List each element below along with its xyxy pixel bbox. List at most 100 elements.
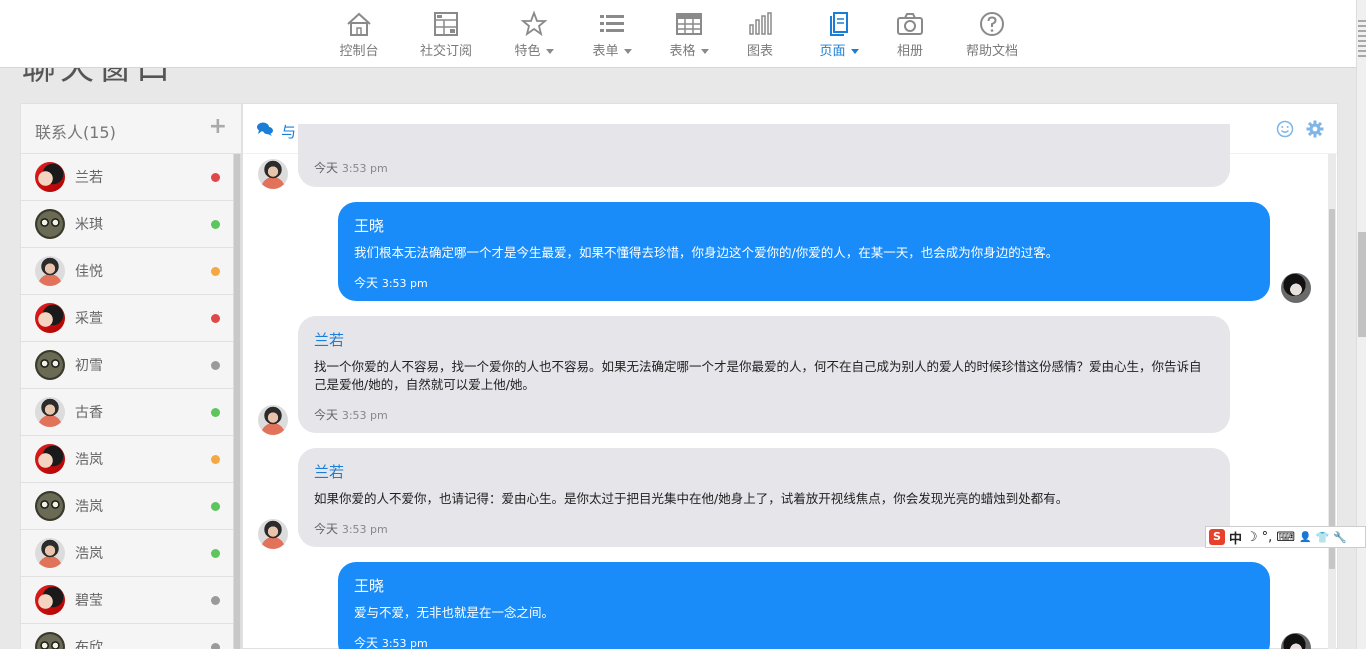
chevron-down-icon — [545, 49, 554, 54]
chevron-down-icon — [623, 49, 632, 54]
avatar — [1281, 273, 1311, 303]
tools-icon[interactable]: 🔧 — [1333, 531, 1347, 544]
list-icon — [600, 15, 624, 32]
user-icon[interactable]: 👤 — [1299, 532, 1311, 543]
table-icon — [676, 13, 702, 35]
message-time: 今天 3:53 pm — [354, 636, 428, 649]
nav-item-dashboard[interactable]: 控制台 — [338, 10, 380, 62]
avatar — [35, 444, 65, 474]
moon-icon[interactable]: ☽ — [1246, 530, 1258, 545]
contact-item[interactable]: 兰若 — [21, 154, 233, 201]
contacts-scrollbar[interactable] — [233, 154, 241, 649]
ime-toolbar[interactable]: S 中 ☽ °, ⌨ 👤 👕 🔧 — [1205, 526, 1366, 548]
nav-item-help[interactable]: 帮助文档 — [966, 10, 1018, 62]
scrollbar-thumb[interactable] — [234, 154, 240, 649]
contact-name: 浩岚 — [75, 452, 103, 468]
avatar — [35, 162, 65, 192]
contact-name: 初雪 — [75, 358, 103, 374]
chat-scrollbar[interactable] — [1328, 154, 1336, 649]
add-contact-button[interactable]: + — [209, 114, 227, 139]
chat-panel: 与 兰若 的聊天 今天 3:53 pm 王晓 我们根本无法确定哪一个才是今生最爱… — [242, 103, 1338, 649]
message-text: 如果你爱的人不爱你，也请记得：爱由心生。是你太过于把目光集中在他/她身上了，试着… — [314, 491, 1069, 506]
avatar — [35, 303, 65, 333]
avatar — [35, 632, 65, 649]
avatar — [258, 159, 288, 189]
message-sender: 王晓 — [354, 577, 385, 595]
contact-item[interactable]: 初雪 — [21, 342, 233, 389]
nav-item-forms[interactable]: 表单 — [590, 10, 634, 62]
nav-label: 表单 — [592, 44, 619, 59]
nav-label: 表格 — [669, 44, 696, 59]
message-bubble: 王晓 我们根本无法确定哪一个才是今生最爱，如果不懂得去珍惜，你身边这个爱你的/你… — [338, 202, 1270, 301]
avatar — [35, 256, 65, 286]
avatar — [35, 491, 65, 521]
smile-icon[interactable] — [1276, 120, 1294, 138]
contact-item[interactable]: 采萱 — [21, 295, 233, 342]
gear-icon[interactable] — [1306, 120, 1324, 138]
status-dot — [211, 267, 220, 276]
contact-name: 佳悦 — [75, 264, 103, 280]
help-icon — [980, 12, 1004, 36]
nav-label: 相册 — [896, 44, 923, 59]
nav-item-tables[interactable]: 表格 — [667, 10, 711, 62]
avatar — [35, 397, 65, 427]
keyboard-icon[interactable]: ⌨ — [1276, 530, 1295, 545]
contacts-panel: 联系人(15) + 兰若 米琪 佳悦 采萱 初雪 古香 浩岚 浩岚 浩岚 碧莹 … — [20, 103, 242, 649]
message-sender: 兰若 — [314, 331, 345, 349]
skin-icon[interactable]: 👕 — [1316, 531, 1330, 544]
status-dot — [211, 502, 220, 511]
bar-chart-icon — [749, 12, 772, 35]
scrollbar-thumb[interactable] — [1358, 232, 1366, 337]
scrollbar-thumb[interactable] — [1329, 209, 1335, 569]
contact-item[interactable]: 古香 — [21, 389, 233, 436]
chevron-down-icon — [700, 49, 709, 54]
status-dot — [211, 314, 220, 323]
message-bubble: 兰若 如果你爱的人不爱你，也请记得：爱由心生。是你太过于把目光集中在他/她身上了… — [298, 448, 1230, 547]
message-sender: 王晓 — [354, 217, 385, 235]
contact-item[interactable]: 米琪 — [21, 201, 233, 248]
punctuation-icon[interactable]: °, — [1262, 530, 1273, 545]
nav-item-pages[interactable]: 页面 — [817, 10, 861, 62]
scrollbar-grip[interactable] — [1358, 20, 1366, 60]
nav-label: 社交订阅 — [419, 44, 472, 59]
contact-item[interactable]: 浩岚 — [21, 530, 233, 577]
contact-name: 浩岚 — [75, 546, 103, 562]
contact-item[interactable]: 布欣 — [21, 624, 233, 649]
sogou-logo-icon: S — [1209, 529, 1225, 545]
message-bubble: 今天 3:53 pm — [298, 124, 1230, 187]
avatar — [258, 405, 288, 435]
contact-item[interactable]: 碧莹 — [21, 577, 233, 624]
nav-label: 帮助文档 — [966, 44, 1019, 59]
status-dot — [211, 408, 220, 417]
avatar — [35, 209, 65, 239]
nav-item-album[interactable]: 相册 — [895, 10, 925, 62]
nav-item-social[interactable]: 社交订阅 — [419, 10, 473, 62]
comments-icon — [257, 122, 273, 136]
nav-label: 控制台 — [339, 44, 379, 59]
contact-list: 兰若 米琪 佳悦 采萱 初雪 古香 浩岚 浩岚 浩岚 碧莹 布欣 — [21, 154, 233, 649]
status-dot — [211, 173, 220, 182]
status-dot — [211, 220, 220, 229]
avatar — [35, 538, 65, 568]
contacts-title: 联系人(15) — [35, 123, 116, 142]
contact-name: 布欣 — [75, 640, 103, 649]
message-sender: 兰若 — [314, 463, 345, 481]
layout-icon — [434, 12, 458, 36]
message-time: 今天 3:53 pm — [314, 522, 388, 536]
ime-mode[interactable]: 中 — [1229, 528, 1242, 547]
nav-item-features[interactable]: 特色 — [512, 10, 556, 62]
message-bubble: 兰若 找一个你爱的人不容易，找一个爱你的人也不容易。如果无法确定哪一个才是你最爱… — [298, 316, 1230, 433]
nav-item-charts[interactable]: 图表 — [745, 10, 775, 62]
message-time: 今天 3:53 pm — [314, 408, 388, 422]
contact-item[interactable]: 佳悦 — [21, 248, 233, 295]
status-dot — [211, 596, 220, 605]
contact-name: 古香 — [75, 405, 103, 421]
page-icon — [830, 12, 848, 36]
contact-item[interactable]: 浩岚 — [21, 436, 233, 483]
message-text: 我们根本无法确定哪一个才是今生最爱，如果不懂得去珍惜，你身边这个爱你的/你爱的人… — [354, 245, 1059, 260]
message-bubble: 王晓 爱与不爱，无非也就是在一念之间。 今天 3:53 pm — [338, 562, 1270, 649]
contact-item[interactable]: 浩岚 — [21, 483, 233, 530]
nav-label: 特色 — [514, 44, 541, 59]
nav-label: 页面 — [819, 44, 846, 59]
window-scrollbar[interactable] — [1356, 0, 1366, 649]
